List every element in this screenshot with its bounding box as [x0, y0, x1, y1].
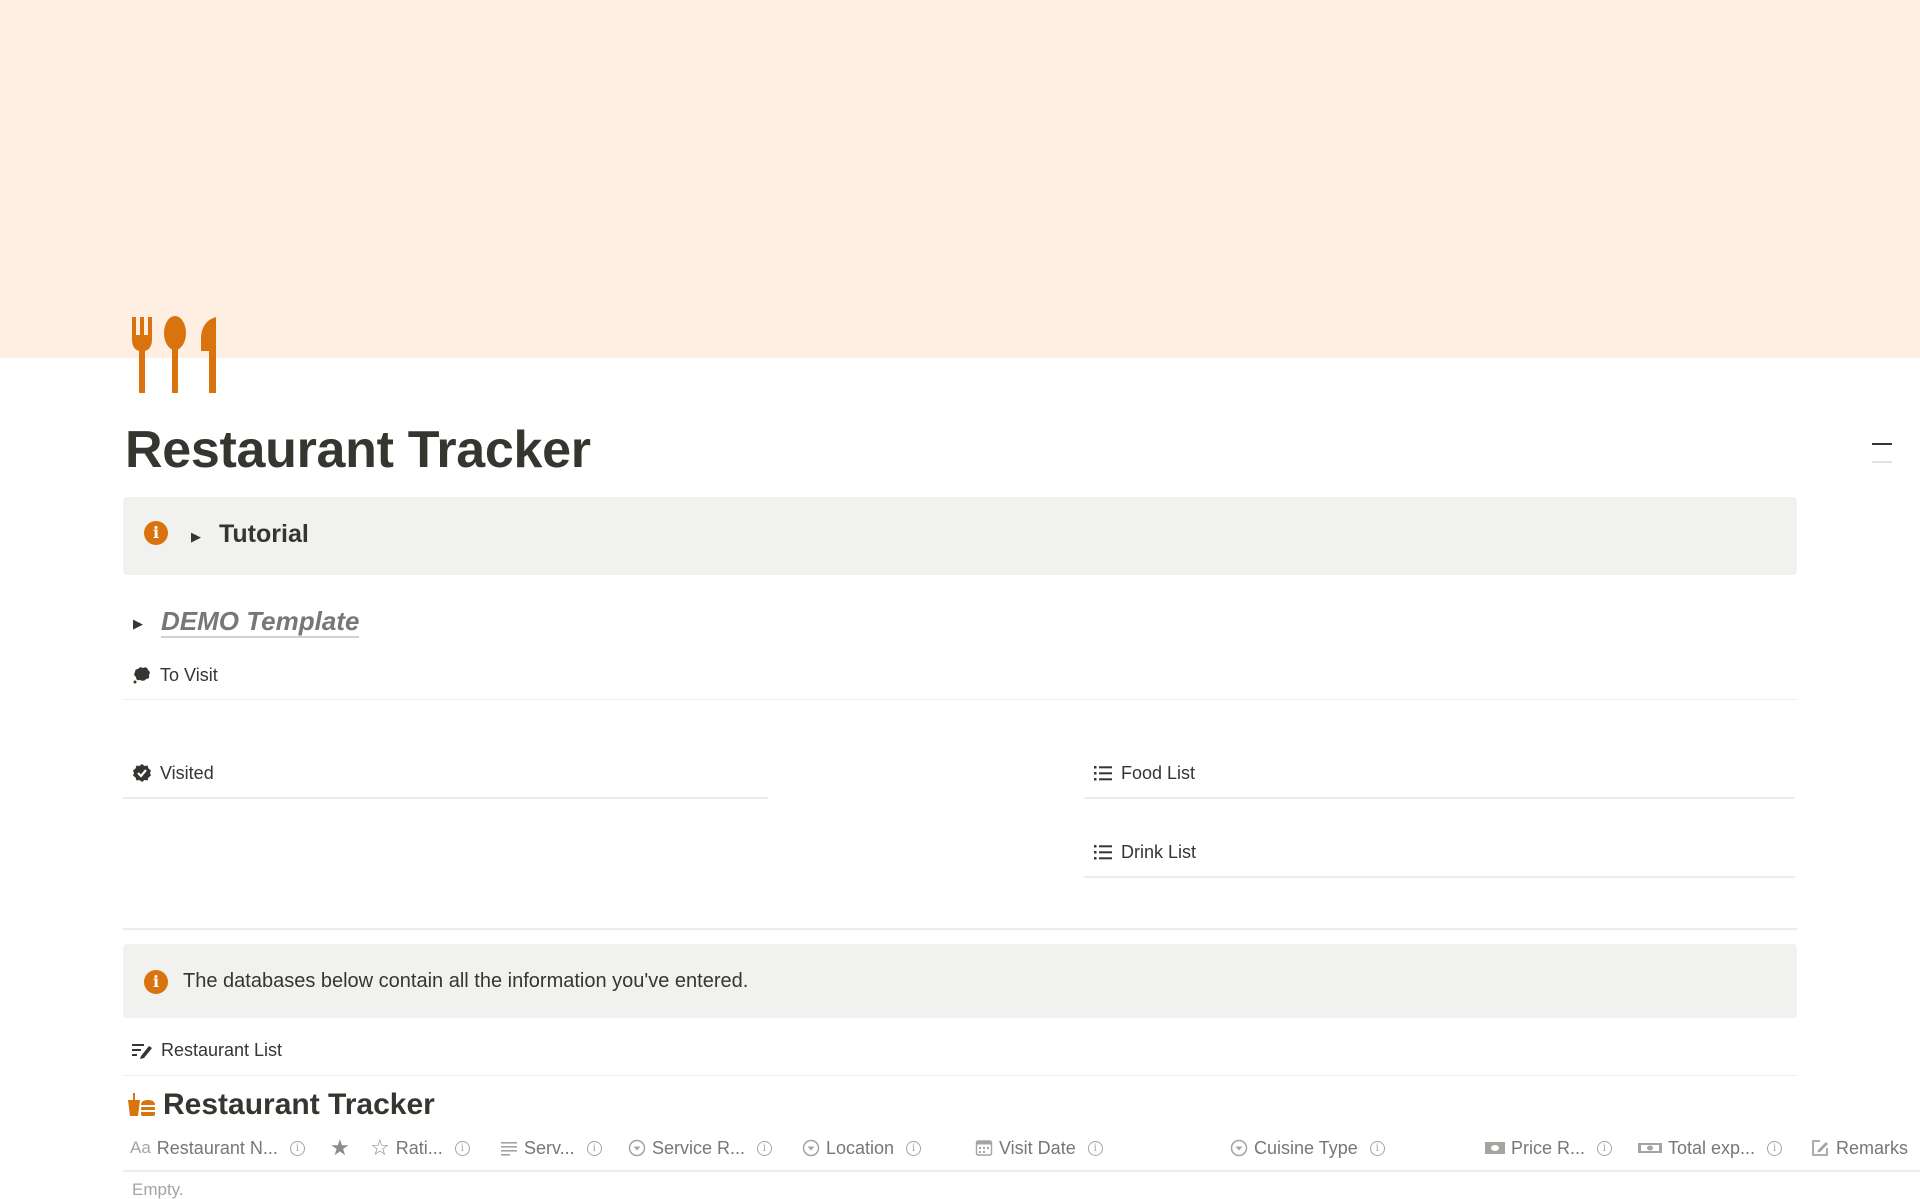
select-icon — [1230, 1139, 1248, 1157]
select-icon — [802, 1139, 820, 1157]
column-label: Cuisine Type — [1254, 1137, 1358, 1158]
column-label: Serv... — [524, 1137, 575, 1158]
database-title[interactable]: Restaurant Tracker — [127, 1088, 435, 1122]
drink-list-link[interactable]: Drink List — [1093, 837, 1196, 867]
star-outline-icon: ☆ — [370, 1135, 390, 1160]
callout-text: The databases below contain all the info… — [183, 970, 749, 992]
edit-icon — [1812, 1140, 1828, 1156]
divider — [123, 797, 768, 799]
money-icon — [1485, 1142, 1505, 1154]
column-header-total-expense[interactable]: Total exp... i — [1638, 1133, 1783, 1163]
visited-label: Visited — [160, 762, 214, 783]
bulleted-list-icon — [1094, 766, 1112, 781]
food-list-label: Food List — [1121, 762, 1196, 783]
column-header-rating[interactable]: ☆ Rati... i — [370, 1133, 470, 1163]
column-header-location[interactable]: Location i — [802, 1133, 922, 1163]
bulleted-list-icon — [1094, 845, 1112, 860]
section-divider — [123, 928, 1797, 930]
restaurant-list-label: Restaurant List — [161, 1039, 283, 1060]
column-label: Total exp... — [1668, 1137, 1756, 1158]
lines-icon — [501, 1142, 517, 1156]
money-stack-icon — [1638, 1143, 1662, 1153]
toggle-triangle-icon[interactable]: ▶ — [133, 616, 143, 632]
column-header-visit-date[interactable]: Visit Date i — [975, 1133, 1103, 1163]
info-circle-icon[interactable]: i — [757, 1140, 773, 1156]
info-circle-icon[interactable]: i — [906, 1140, 922, 1156]
info-icon: i — [144, 521, 168, 545]
page-cover — [0, 0, 1920, 358]
empty-state-label: Empty. — [132, 1180, 184, 1199]
column-header-restaurant-name[interactable]: Aa Restaurant N... i — [130, 1133, 305, 1163]
to-visit-link[interactable]: To Visit — [132, 660, 218, 690]
drink-list-label: Drink List — [1121, 841, 1197, 862]
to-visit-label: To Visit — [160, 664, 218, 685]
select-icon — [628, 1139, 646, 1157]
thought-bubble-icon — [133, 667, 150, 684]
column-label: Location — [826, 1137, 895, 1158]
column-label: Visit Date — [999, 1137, 1076, 1158]
column-label: Price R... — [1511, 1137, 1586, 1158]
column-label: Remarks — [1836, 1137, 1909, 1158]
food-list-link[interactable]: Food List — [1093, 758, 1195, 788]
databases-callout: i The databases below contain all the in… — [123, 944, 1797, 1018]
divider — [1084, 797, 1795, 799]
drink-burger-icon — [128, 1093, 155, 1116]
fork-spoon-knife-icon[interactable] — [130, 315, 220, 395]
divider — [123, 1075, 1797, 1076]
toggle-triangle-icon[interactable]: ▶ — [191, 529, 201, 545]
demo-template-label[interactable]: DEMO Template — [161, 606, 360, 638]
column-header-service[interactable]: Serv... i — [500, 1133, 602, 1163]
column-header-remarks[interactable]: Remarks — [1810, 1133, 1908, 1163]
info-circle-icon[interactable]: i — [1369, 1140, 1385, 1156]
tutorial-callout: i ▶ Tutorial — [123, 497, 1797, 575]
column-header-price-range[interactable]: Price R... i — [1485, 1133, 1613, 1163]
info-circle-icon[interactable]: i — [1767, 1140, 1783, 1156]
visited-link[interactable]: Visited — [132, 758, 214, 788]
info-circle-icon[interactable]: i — [289, 1140, 305, 1156]
tutorial-toggle[interactable]: Tutorial — [219, 520, 309, 549]
column-header-star[interactable]: ★ — [330, 1133, 350, 1163]
info-circle-icon[interactable]: i — [586, 1140, 602, 1156]
divider — [1084, 876, 1795, 878]
verified-badge-icon — [133, 764, 151, 782]
table-of-contents-icon[interactable] — [1872, 440, 1894, 464]
star-filled-icon: ★ — [330, 1135, 350, 1160]
column-label: Rati... — [395, 1137, 443, 1158]
column-header-cuisine-type[interactable]: Cuisine Type i — [1230, 1133, 1385, 1163]
column-header-service-rating[interactable]: Service R... i — [628, 1133, 773, 1163]
restaurant-list-link[interactable]: Restaurant List — [131, 1035, 282, 1065]
calendar-icon — [975, 1140, 993, 1156]
divider — [123, 699, 1797, 700]
database-header-row: Aa Restaurant N... i ★ ☆ Rati... i Serv.… — [130, 1133, 1920, 1163]
info-circle-icon[interactable]: i — [1087, 1140, 1103, 1156]
info-icon: i — [144, 970, 168, 994]
column-label: Service R... — [652, 1137, 746, 1158]
info-circle-icon[interactable]: i — [454, 1140, 470, 1156]
page-title[interactable]: Restaurant Tracker — [125, 420, 591, 480]
database-title-text: Restaurant Tracker — [163, 1088, 435, 1121]
info-circle-icon[interactable]: i — [1597, 1140, 1613, 1156]
column-label: Restaurant N... — [156, 1137, 278, 1158]
divider — [123, 1170, 1920, 1172]
text-aa-icon: Aa — [130, 1138, 151, 1157]
list-edit-icon — [132, 1044, 152, 1059]
